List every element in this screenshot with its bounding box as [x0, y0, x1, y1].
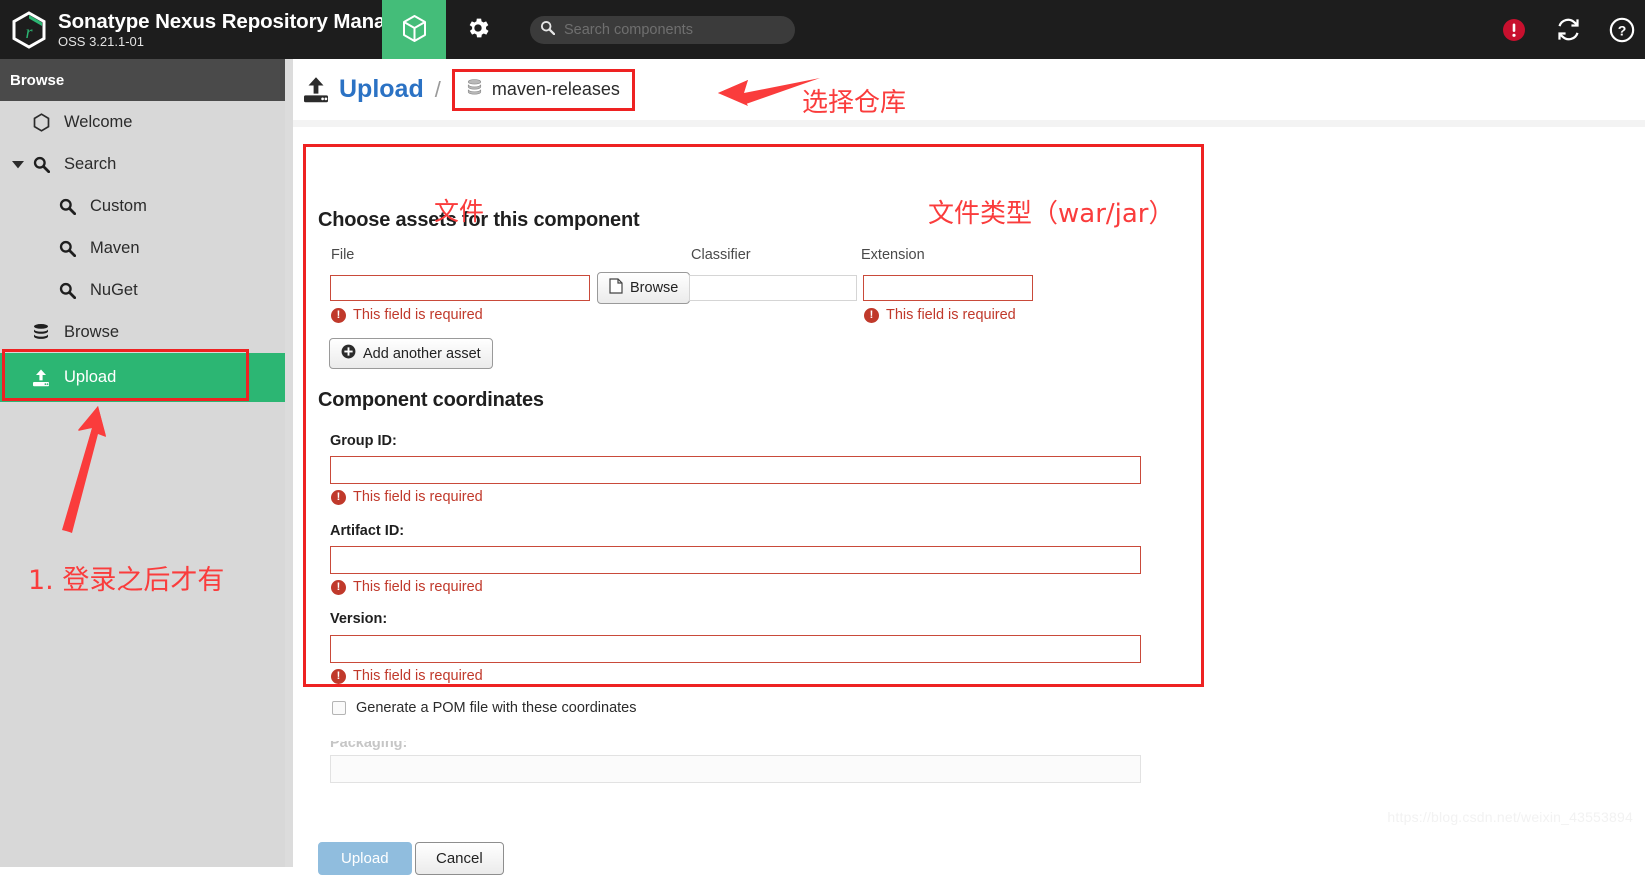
nexus-hexagon-logo-icon: r [12, 10, 46, 49]
search-icon [54, 198, 80, 215]
file-input[interactable] [330, 275, 590, 301]
search-icon [54, 282, 80, 299]
upload-icon [301, 75, 331, 105]
tab-administration[interactable] [446, 0, 510, 59]
search-icon [28, 156, 54, 173]
cube-icon [402, 15, 427, 48]
cancel-button[interactable]: Cancel [415, 842, 504, 875]
search-box[interactable] [530, 15, 795, 44]
search-icon [540, 20, 556, 40]
version-label: Version: [330, 611, 388, 627]
extension-error-text: This field is required [886, 307, 1016, 323]
sidebar-item-maven[interactable]: Maven [0, 227, 285, 269]
generate-pom-row[interactable]: Generate a POM file with these coordinat… [332, 700, 636, 716]
sidebar-item-custom[interactable]: Custom [0, 185, 285, 227]
error-icon: ! [331, 489, 346, 505]
breadcrumb: Upload / maven-releases [293, 59, 1645, 120]
alert-icon[interactable] [1499, 15, 1529, 45]
sidebar-header: Browse [0, 59, 285, 101]
refresh-icon[interactable] [1553, 15, 1583, 45]
hexagon-icon [28, 112, 54, 132]
extension-label: Extension [861, 247, 925, 263]
main-content: Upload / maven-releases Choose assets fo… [285, 59, 1645, 875]
top-bar: r Sonatype Nexus Repository Manager OSS … [0, 0, 1645, 59]
error-icon: ! [331, 579, 346, 595]
database-icon [466, 78, 483, 102]
artifact-id-input[interactable] [330, 546, 1141, 574]
sidebar-item-browse[interactable]: Browse [0, 311, 285, 353]
version-input[interactable] [330, 635, 1141, 663]
error-icon: ! [864, 307, 879, 323]
repository-name: maven-releases [491, 79, 620, 99]
brand-block[interactable]: r Sonatype Nexus Repository Manager OSS … [0, 0, 417, 59]
plus-circle-icon [341, 344, 356, 363]
version-error-text: This field is required [353, 668, 483, 684]
file-error-text: This field is required [353, 307, 483, 323]
svg-text:?: ? [1618, 22, 1627, 38]
packaging-fade-overlay [318, 723, 1148, 741]
error-icon: ! [331, 307, 346, 323]
app-title: Sonatype Nexus Repository Manager [58, 9, 417, 33]
brand-text: Sonatype Nexus Repository Manager OSS 3.… [58, 10, 417, 50]
group-id-label: Group ID: [330, 433, 397, 449]
chevron-down-icon[interactable] [8, 160, 28, 169]
packaging-input[interactable] [330, 755, 1141, 783]
extension-required-error: ! This field is required [864, 307, 1016, 323]
assets-section-heading: Choose assets for this component [318, 209, 640, 231]
watermark: https://blog.csdn.net/weixin_43553894 [1387, 809, 1633, 825]
sidebar-item-nuget[interactable]: NuGet [0, 269, 285, 311]
upload-icon [28, 368, 54, 388]
file-required-error: ! This field is required [331, 307, 483, 323]
sidebar: Browse Welcome Search Custom Maven NuGet… [0, 59, 285, 867]
file-label: File [331, 247, 355, 263]
search-icon [54, 240, 80, 257]
add-asset-label: Add another asset [363, 345, 481, 362]
form-scroll-area[interactable]: Choose assets for this component File Cl… [293, 120, 1645, 875]
sidebar-item-label: Welcome [64, 112, 133, 131]
sidebar-item-label: Upload [64, 368, 117, 386]
upload-form-panel: Choose assets for this component File Cl… [293, 127, 1645, 875]
coordinates-section-heading: Component coordinates [318, 389, 544, 411]
sidebar-item-label: Custom [90, 196, 147, 215]
sidebar-item-label: Browse [64, 322, 120, 341]
artifact-id-label: Artifact ID: [330, 523, 405, 539]
sidebar-item-search[interactable]: Search [0, 143, 285, 185]
browse-button-label: Browse [630, 280, 679, 296]
app-version: OSS 3.21.1-01 [58, 33, 144, 49]
extension-input[interactable] [863, 275, 1033, 301]
upload-submit-button[interactable]: Upload [318, 842, 412, 875]
artifact-id-required-error: ! This field is required [331, 579, 483, 595]
group-id-input[interactable] [330, 456, 1141, 484]
content-left-gutter [285, 59, 293, 867]
sidebar-item-upload[interactable]: Upload [0, 353, 285, 402]
group-id-required-error: ! This field is required [331, 489, 483, 505]
browse-button[interactable]: Browse [597, 272, 691, 304]
packaging-label: Packaging: [330, 735, 408, 751]
repository-selector[interactable]: maven-releases [451, 68, 635, 111]
sidebar-item-label: Search [64, 154, 117, 173]
sidebar-item-label: Maven [90, 238, 140, 257]
gear-icon [465, 15, 491, 46]
generate-pom-checkbox[interactable] [332, 701, 346, 715]
error-icon: ! [331, 668, 346, 684]
classifier-label: Classifier [691, 247, 751, 263]
top-right-icons: ? [1499, 0, 1645, 59]
page-title[interactable]: Upload [339, 75, 424, 104]
breadcrumb-separator: / [434, 76, 441, 102]
artifact-id-error-text: This field is required [353, 579, 483, 595]
database-icon [28, 323, 54, 341]
group-id-error-text: This field is required [353, 489, 483, 505]
help-icon[interactable]: ? [1607, 15, 1637, 45]
search-input[interactable] [562, 20, 777, 39]
tab-browse[interactable] [382, 0, 446, 59]
classifier-input[interactable] [689, 275, 857, 301]
svg-text:r: r [25, 22, 33, 42]
add-another-asset-button[interactable]: Add another asset [329, 338, 493, 369]
sidebar-item-label: NuGet [90, 280, 138, 299]
version-required-error: ! This field is required [331, 668, 483, 684]
sidebar-item-welcome[interactable]: Welcome [0, 101, 285, 143]
search-container [530, 0, 795, 59]
generate-pom-label: Generate a POM file with these coordinat… [356, 700, 637, 716]
file-icon [609, 278, 623, 298]
